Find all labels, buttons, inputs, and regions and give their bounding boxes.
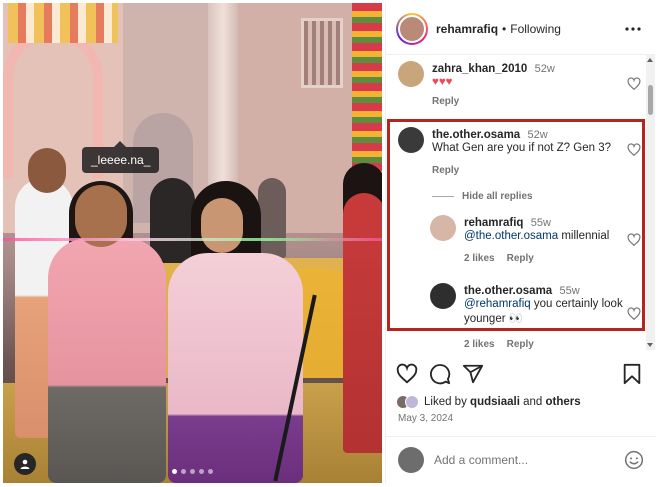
- comment: zahra_khan_2010 52w ♥♥♥ Reply: [398, 61, 555, 107]
- author-avatar[interactable]: [396, 12, 428, 45]
- comment-username[interactable]: zahra_khan_2010: [432, 63, 527, 75]
- post-photo[interactable]: _leeee.na_: [3, 3, 382, 483]
- comment-input[interactable]: [434, 453, 604, 467]
- emoji-icon[interactable]: [624, 450, 644, 470]
- reply-likes[interactable]: 2 likes: [464, 339, 495, 350]
- comment-text: ♥♥♥: [432, 76, 453, 88]
- likes-summary: Liked by qudsiaali and others: [396, 395, 581, 409]
- separator: •: [502, 21, 507, 36]
- share-icon[interactable]: [462, 363, 484, 385]
- comments-scrollbar[interactable]: [646, 55, 655, 350]
- like-comment-heart-icon[interactable]: [627, 77, 641, 91]
- carousel-dot[interactable]: [208, 469, 213, 474]
- more-icon: [625, 26, 641, 31]
- add-comment-bar: [386, 436, 656, 483]
- user-tag-label[interactable]: _leeee.na_: [82, 141, 160, 173]
- comment-icon[interactable]: [429, 363, 451, 385]
- comments-list[interactable]: zahra_khan_2010 52w ♥♥♥ Reply the.other.…: [386, 55, 646, 350]
- more-options-button[interactable]: [623, 19, 643, 39]
- commenter-avatar[interactable]: [398, 61, 424, 87]
- post-header: rehamrafiq • Following: [386, 3, 655, 55]
- heart-icon[interactable]: [396, 363, 418, 385]
- post-date[interactable]: May 3, 2024: [398, 413, 453, 424]
- reply-button[interactable]: Reply: [432, 96, 459, 107]
- highlight-box: [387, 119, 645, 331]
- carousel-dots: [3, 469, 382, 474]
- post-side-panel: rehamrafiq • Following zahra_khan_2010 5…: [385, 3, 656, 483]
- bookmark-icon[interactable]: [622, 363, 642, 385]
- liker-avatar[interactable]: [405, 395, 419, 409]
- comment-time[interactable]: 52w: [535, 63, 555, 75]
- scroll-thumb[interactable]: [648, 85, 653, 115]
- carousel-dot[interactable]: [172, 469, 177, 474]
- scroll-up-arrow[interactable]: [647, 58, 653, 62]
- carousel-dot[interactable]: [181, 469, 186, 474]
- current-user-avatar: [398, 447, 424, 473]
- carousel-dot[interactable]: [190, 469, 195, 474]
- scroll-down-arrow[interactable]: [647, 343, 653, 347]
- following-button[interactable]: Following: [510, 22, 561, 36]
- liker-username[interactable]: qudsiaali: [470, 396, 520, 408]
- likes-others-link[interactable]: others: [546, 396, 581, 408]
- author-username[interactable]: rehamrafiq: [436, 22, 498, 36]
- post-actions: [396, 363, 646, 387]
- reply-button[interactable]: Reply: [507, 339, 534, 350]
- carousel-dot[interactable]: [199, 469, 204, 474]
